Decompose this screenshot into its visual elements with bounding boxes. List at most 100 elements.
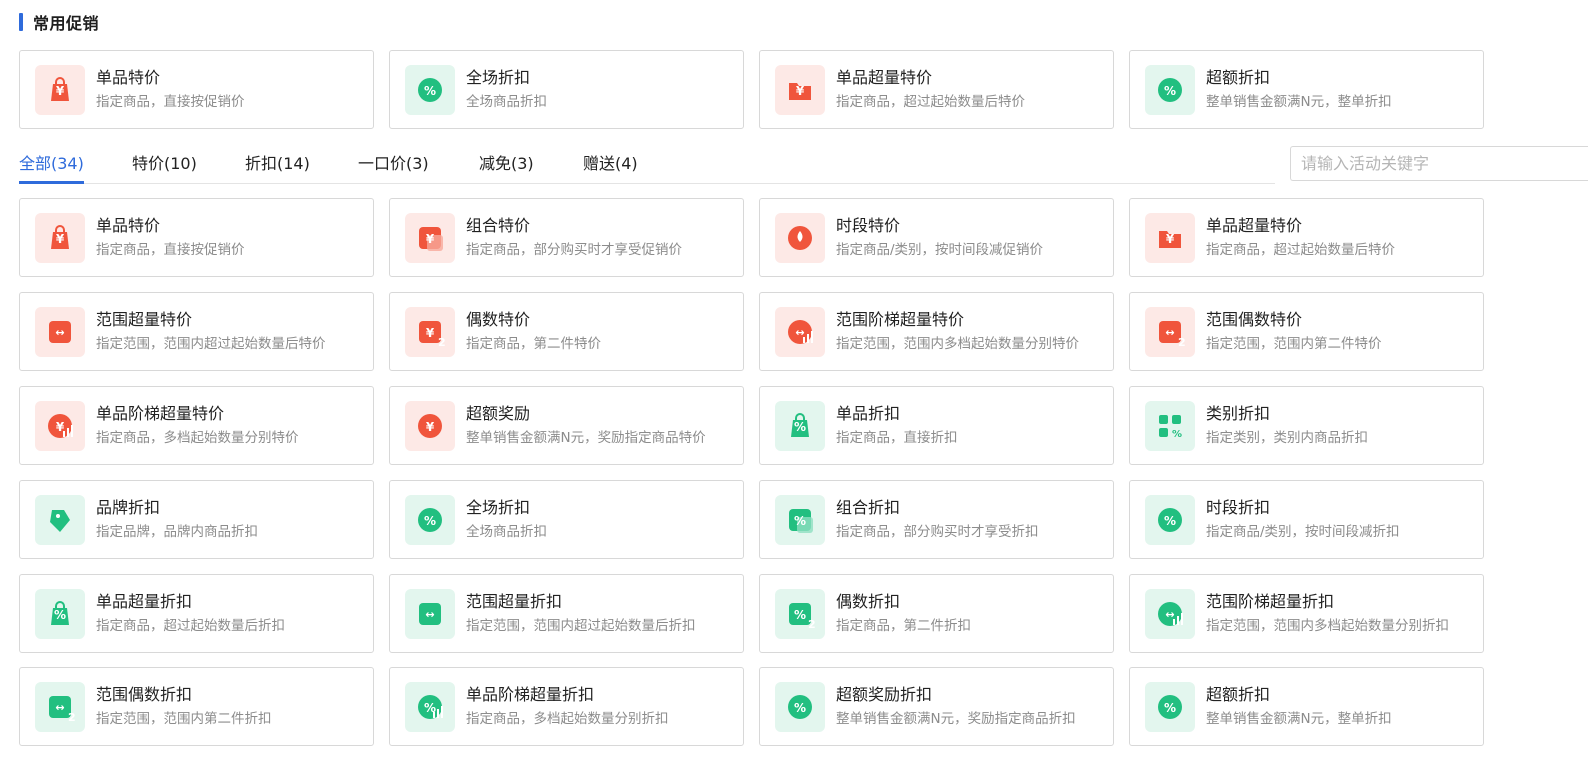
- promotion-card[interactable]: % 单品折扣 指定商品，直接折扣: [759, 386, 1114, 465]
- promotion-card[interactable]: % 时段折扣 指定商品/类别，按时间段减折扣: [1129, 480, 1484, 559]
- price-tag-bag-icon: ¥: [35, 212, 85, 263]
- category-tabs: 全部(34) 特价(10) 折扣(14) 一口价(3) 减免(3) 赠送(4): [19, 146, 1275, 184]
- bulk-percent-bag-icon: %: [35, 588, 85, 639]
- card-description: 全场商品折扣: [466, 524, 547, 540]
- card-title: 时段折扣: [1206, 498, 1271, 517]
- tier-price-icon: ¥: [35, 400, 85, 451]
- svg-text:2: 2: [438, 336, 446, 349]
- tab-2[interactable]: 折扣(14): [245, 153, 310, 183]
- card-text: 单品阶梯超量折扣 指定商品，多档起始数量分别折扣: [466, 684, 669, 729]
- svg-text:↔: ↔: [1165, 608, 1174, 621]
- card-title: 偶数特价: [466, 310, 531, 329]
- card-title: 时段特价: [836, 216, 901, 235]
- svg-text:%: %: [54, 608, 66, 622]
- promotion-card[interactable]: % 类别折扣 指定类别，类别内商品折扣: [1129, 386, 1484, 465]
- promotion-card[interactable]: ¥ 单品超量特价 指定商品，超过起始数量后特价: [1129, 198, 1484, 277]
- card-description: 指定商品，直接按促销价: [96, 94, 245, 110]
- svg-text:%: %: [1172, 429, 1182, 440]
- promotion-card[interactable]: % 单品阶梯超量折扣 指定商品，多档起始数量分别折扣: [389, 667, 744, 746]
- tab-1[interactable]: 特价(10): [132, 153, 197, 183]
- range-bulk-icon: ↔: [35, 306, 85, 357]
- promotion-card[interactable]: ↔ 范围超量折扣 指定范围，范围内超过起始数量后折扣: [389, 574, 744, 653]
- card-text: 单品超量特价 指定商品，超过起始数量后特价: [836, 67, 1025, 112]
- percent-arrow-icon: %: [1145, 681, 1195, 732]
- reward-percent-icon: %: [775, 681, 825, 732]
- svg-text:%: %: [424, 84, 436, 98]
- card-title: 范围阶梯超量特价: [836, 310, 965, 329]
- promotion-card[interactable]: % 超额奖励折扣 整单销售金额满N元，奖励指定商品折扣: [759, 667, 1114, 746]
- section-title: 常用促销: [33, 14, 100, 33]
- svg-text:↔: ↔: [795, 326, 804, 339]
- range-even-icon: 2 ↔: [1145, 306, 1195, 357]
- common-promotion-card[interactable]: ¥ 单品超量特价 指定商品，超过起始数量后特价: [759, 50, 1114, 129]
- promotion-card[interactable]: ¥ 超额奖励 整单销售金额满N元，奖励指定商品特价: [389, 386, 744, 465]
- promotion-card[interactable]: 2 ↔ 范围偶数特价 指定范围，范围内第二件特价: [1129, 292, 1484, 371]
- card-description: 指定商品/类别，按时间段减折扣: [1206, 524, 1400, 540]
- promotion-card[interactable]: 2 ¥ 偶数特价 指定商品，第二件特价: [389, 292, 744, 371]
- common-promotion-card[interactable]: % 超额折扣整单销售金额满N元，整单折扣: [1129, 50, 1484, 129]
- card-title: 全场折扣: [466, 68, 531, 87]
- promotion-card[interactable]: ↔ 范围超量特价 指定范围，范围内超过起始数量后特价: [19, 292, 374, 371]
- card-text: 时段折扣指定商品/类别，按时间段减折扣: [1206, 497, 1400, 542]
- common-promotion-card[interactable]: ¥ 单品特价 指定商品，直接按促销价: [19, 50, 374, 129]
- card-text: 单品超量特价 指定商品，超过起始数量后特价: [1206, 215, 1395, 260]
- svg-text:¥: ¥: [56, 232, 65, 246]
- card-title: 单品特价: [96, 68, 161, 87]
- promotion-card[interactable]: ¥ 单品阶梯超量特价 指定商品，多档起始数量分别特价: [19, 386, 374, 465]
- svg-text:%: %: [794, 514, 806, 528]
- card-description: 指定品牌，品牌内商品折扣: [96, 524, 258, 540]
- card-title: 超额折扣: [1206, 68, 1271, 87]
- card-text: 单品超量折扣 指定商品，超过起始数量后折扣: [96, 591, 285, 636]
- card-text: 组合折扣 指定商品，部分购买时才享受折扣: [836, 497, 1039, 542]
- section-accent-bar: [19, 13, 23, 31]
- card-description: 指定商品，多档起始数量分别折扣: [466, 711, 669, 727]
- tab-4[interactable]: 减免(3): [479, 153, 534, 183]
- svg-text:↔: ↔: [425, 608, 434, 621]
- promotion-card[interactable]: 2% 偶数折扣 指定商品，第二件折扣: [759, 574, 1114, 653]
- svg-text:¥: ¥: [56, 420, 65, 434]
- svg-text:%: %: [424, 701, 436, 715]
- promotion-card[interactable]: ¥ 单品特价 指定商品，直接按促销价: [19, 198, 374, 277]
- promotion-card[interactable]: ↔ 范围阶梯超量折扣指定范围，范围内多档起始数量分别折扣: [1129, 574, 1484, 653]
- svg-text:2: 2: [808, 618, 816, 631]
- search-input[interactable]: [1290, 146, 1588, 181]
- card-text: 范围超量特价 指定范围，范围内超过起始数量后特价: [96, 309, 326, 354]
- even-number-icon: 2 ¥: [405, 306, 455, 357]
- card-text: 超额折扣 整单销售金额满N元，整单折扣: [1206, 684, 1392, 729]
- promotion-card[interactable]: ¥ 组合特价 指定商品，部分购买时才享受促销价: [389, 198, 744, 277]
- promotion-card[interactable]: 品牌折扣 指定品牌，品牌内商品折扣: [19, 480, 374, 559]
- promotion-card[interactable]: % 超额折扣 整单销售金额满N元，整单折扣: [1129, 667, 1484, 746]
- tab-0[interactable]: 全部(34): [19, 153, 84, 184]
- svg-text:%: %: [794, 701, 806, 715]
- card-title: 单品折扣: [836, 404, 901, 423]
- card-text: 类别折扣 指定类别，类别内商品折扣: [1206, 403, 1368, 448]
- card-title: 超额奖励折扣: [836, 685, 933, 704]
- svg-text:2: 2: [1178, 336, 1186, 349]
- svg-text:¥: ¥: [426, 420, 435, 434]
- card-text: 全场折扣 全场商品折扣: [466, 497, 547, 542]
- promotion-card[interactable]: 时段特价 指定商品/类别，按时间段减促销价: [759, 198, 1114, 277]
- svg-text:%: %: [1164, 701, 1176, 715]
- promotion-card[interactable]: % 单品超量折扣 指定商品，超过起始数量后折扣: [19, 574, 374, 653]
- percent-arrow-icon: %: [1145, 64, 1195, 115]
- tab-3[interactable]: 一口价(3): [358, 153, 429, 183]
- promotion-card[interactable]: ↔ 范围阶梯超量特价指定范围，范围内多档起始数量分别特价: [759, 292, 1114, 371]
- card-text: 时段特价 指定商品/类别，按时间段减促销价: [836, 215, 1043, 260]
- promotion-card[interactable]: 2 ↔ 范围偶数折扣 指定范围，范围内第二件折扣: [19, 667, 374, 746]
- svg-text:%: %: [1164, 84, 1176, 98]
- card-text: 范围阶梯超量折扣指定范围，范围内多档起始数量分别折扣: [1206, 591, 1449, 636]
- card-text: 范围偶数特价 指定范围，范围内第二件特价: [1206, 309, 1382, 354]
- common-promotion-card[interactable]: % 全场折扣 全场商品折扣: [389, 50, 744, 129]
- card-description: 指定范围，范围内多档起始数量分别折扣: [1206, 618, 1449, 634]
- card-title: 范围阶梯超量折扣: [1206, 592, 1335, 611]
- card-title: 范围超量特价: [96, 310, 193, 329]
- tab-5[interactable]: 赠送(4): [583, 153, 638, 183]
- card-description: 整单销售金额满N元，整单折扣: [1206, 94, 1392, 110]
- promotion-card[interactable]: % 全场折扣 全场商品折扣: [389, 480, 744, 559]
- card-description: 指定范围，范围内多档起始数量分别特价: [836, 336, 1079, 352]
- card-title: 组合折扣: [836, 498, 901, 517]
- reward-arrow-icon: ¥: [405, 400, 455, 451]
- bulk-price-folder-icon: ¥: [1145, 212, 1195, 263]
- card-description: 指定范围，范围内超过起始数量后折扣: [466, 618, 696, 634]
- promotion-card[interactable]: % 组合折扣 指定商品，部分购买时才享受折扣: [759, 480, 1114, 559]
